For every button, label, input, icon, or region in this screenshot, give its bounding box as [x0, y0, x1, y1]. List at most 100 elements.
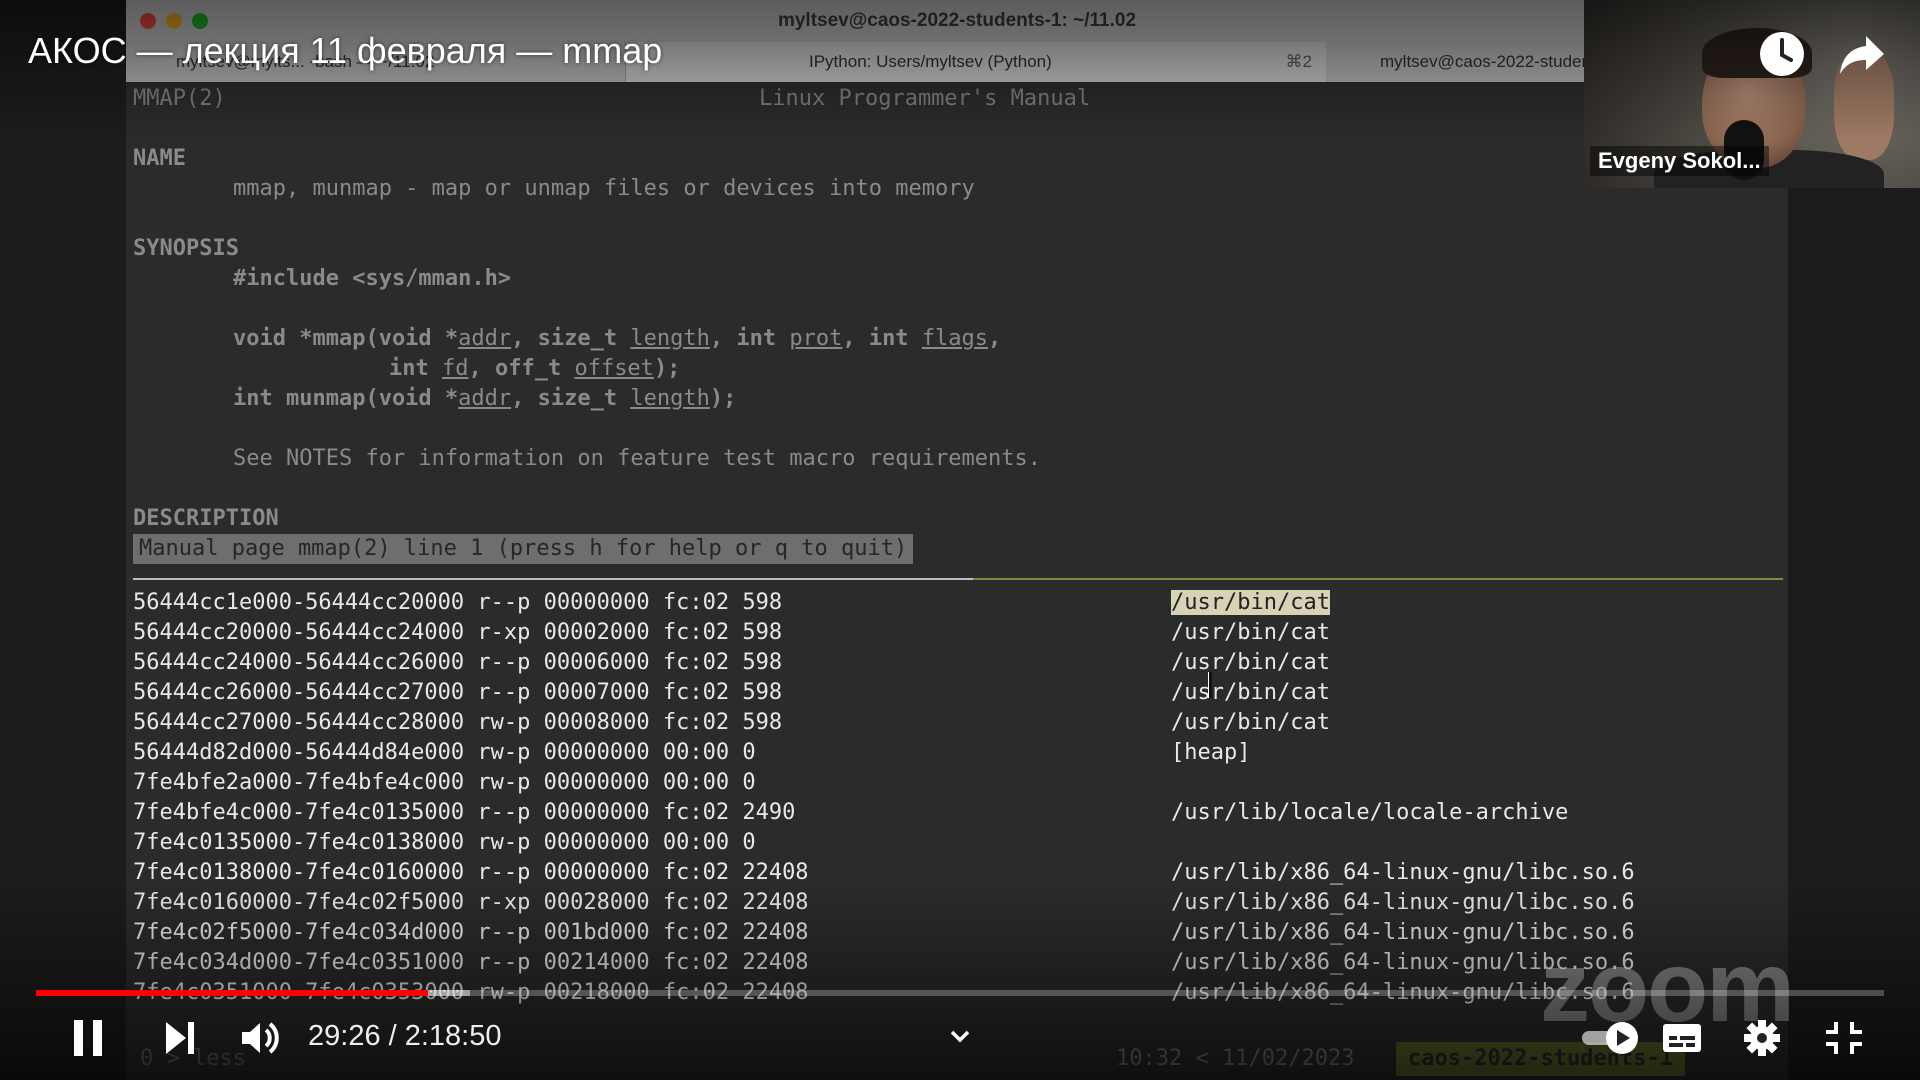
- less-status-line: Manual page mmap(2) line 1 (press h for …: [133, 534, 914, 564]
- maps-offset: 00002000: [543, 620, 650, 645]
- time-display: 29:26 / 2:18:50: [308, 1020, 502, 1052]
- maps-row: 7fe4c02f5000-7fe4c034d000 r--p 001bd000 …: [133, 918, 809, 948]
- maps-path-text: /usr/lib/x86_64-linux-gnu/libc.so.6: [1171, 890, 1635, 915]
- participant-name: Evgeny Sokol...: [1590, 146, 1769, 176]
- man-name-text: mmap, munmap - map or unmap files or dev…: [233, 176, 975, 201]
- man-name-heading: NAME: [133, 146, 186, 171]
- maps-dev: fc:02: [662, 800, 730, 825]
- terminal-window: myltsev@caos-2022-students-1: ~/11.02 my…: [126, 0, 1788, 1080]
- proto-part: );: [709, 386, 737, 411]
- pause-icon[interactable]: [68, 1014, 108, 1062]
- man-synopsis-heading: SYNOPSIS: [133, 236, 239, 261]
- proto-part: , int: [709, 326, 790, 351]
- clock-icon[interactable]: [1756, 28, 1808, 80]
- maps-path: [heap]: [1171, 738, 1250, 768]
- maps-inode: 0: [742, 740, 756, 765]
- man-include: #include <sys/mman.h>: [233, 266, 512, 291]
- tmux-time: 10:32: [1116, 1046, 1183, 1071]
- maps-offset: 00000000: [543, 860, 650, 885]
- maps-perms: r-xp: [477, 620, 531, 645]
- maps-path: /usr/lib/x86_64-linux-gnu/libc.so.6: [1171, 888, 1635, 918]
- maps-offset: 00000000: [543, 770, 650, 795]
- maps-range: 7fe4c0135000-7fe4c0138000: [133, 830, 465, 855]
- maps-dev: fc:02: [662, 890, 730, 915]
- maps-perms: rw-p: [477, 770, 531, 795]
- progress-played: [36, 990, 428, 996]
- proto-arg: addr: [458, 326, 512, 351]
- proto-arg: flags: [921, 326, 989, 351]
- maps-path: /usr/bin/cat: [1171, 648, 1330, 678]
- maps-offset: 001bd000: [543, 920, 650, 945]
- maps-range: 56444cc24000-56444cc26000: [133, 650, 465, 675]
- progress-bar[interactable]: [36, 990, 1884, 996]
- maps-path: /usr/bin/cat: [1171, 708, 1330, 738]
- maps-path-text: /usr/bin/cat: [1171, 590, 1330, 615]
- maps-offset: 00214000: [543, 950, 650, 975]
- tmux-window-index: 0: [140, 1046, 154, 1071]
- terminal-tab-2: IPython: Users/myltsev (Python) ⌘2: [626, 42, 1327, 82]
- maps-path: /usr/bin/cat: [1171, 618, 1330, 648]
- man-proto-mmap-cont: int fd, off_t offset);: [389, 354, 680, 384]
- maps-perms: r--p: [477, 590, 531, 615]
- maps-range: 7fe4c034d000-7fe4c0351000: [133, 950, 465, 975]
- maps-range: 7fe4bfe4c000-7fe4c0135000: [133, 800, 465, 825]
- text-cursor: [1208, 672, 1212, 698]
- exit-fullscreen-icon[interactable]: [1822, 1014, 1866, 1062]
- maps-path: /usr/bin/cat: [1171, 588, 1330, 618]
- maps-row: 7fe4c0160000-7fe4c02f5000 r-xp 00028000 …: [133, 888, 809, 918]
- maps-offset: 00000000: [543, 800, 650, 825]
- maps-perms: r--p: [477, 920, 531, 945]
- man-description-heading: DESCRIPTION: [133, 506, 279, 531]
- volume-icon[interactable]: [236, 1014, 284, 1062]
- maps-row: 7fe4c0135000-7fe4c0138000 rw-p 00000000 …: [133, 828, 756, 858]
- maps-perms: rw-p: [477, 830, 531, 855]
- maps-perms: r--p: [477, 680, 531, 705]
- autoplay-toggle-icon[interactable]: [1580, 1014, 1642, 1062]
- proto-arg: length: [630, 386, 710, 411]
- maps-offset: 00000000: [543, 830, 650, 855]
- maps-dev: fc:02: [662, 950, 730, 975]
- maps-inode: 22408: [742, 950, 809, 975]
- maps-inode: 598: [742, 710, 783, 735]
- man-proto-munmap: int munmap(void *addr, size_t length);: [233, 384, 736, 414]
- gear-icon[interactable]: [1740, 1014, 1784, 1062]
- maps-offset: 00028000: [543, 890, 650, 915]
- maps-row: 56444cc20000-56444cc24000 r-xp 00002000 …: [133, 618, 782, 648]
- pane-divider-active: [133, 578, 973, 580]
- maps-perms: r-xp: [477, 890, 531, 915]
- maps-row: 7fe4bfe2a000-7fe4bfe4c000 rw-p 00000000 …: [133, 768, 756, 798]
- proto-part: , size_t: [511, 326, 631, 351]
- tab-shortcut: ⌘2: [1285, 52, 1312, 71]
- maps-dev: fc:02: [662, 620, 730, 645]
- tmux-clock: 10:32 < 11/02/2023: [1116, 1046, 1355, 1071]
- proto-arg: fd: [441, 356, 469, 381]
- maps-row: 7fe4c0138000-7fe4c0160000 r--p 00000000 …: [133, 858, 809, 888]
- maps-inode: 598: [742, 590, 783, 615]
- captions-icon[interactable]: [1660, 1014, 1704, 1062]
- man-header-center: Linux Programmer's Manual: [759, 86, 1091, 111]
- video-player[interactable]: myltsev@caos-2022-students-1: ~/11.02 my…: [0, 0, 1920, 1080]
- maps-path: /usr/lib/locale/locale-archive: [1171, 798, 1568, 828]
- proto-part: ,: [988, 326, 1002, 351]
- maps-inode: 598: [742, 650, 783, 675]
- maps-path: /usr/lib/x86_64-linux-gnu/libc.so.6: [1171, 858, 1635, 888]
- maps-dev: 00:00: [662, 770, 730, 795]
- maps-range: 56444d82d000-56444d84e000: [133, 740, 465, 765]
- next-icon[interactable]: [160, 1014, 200, 1062]
- maps-perms: r--p: [477, 800, 531, 825]
- chevron-down-icon[interactable]: [944, 1014, 976, 1062]
- maps-inode: 22408: [742, 920, 809, 945]
- maps-range: 56444cc1e000-56444cc20000: [133, 590, 465, 615]
- maps-row: 56444d82d000-56444d84e000 rw-p 00000000 …: [133, 738, 756, 768]
- proto-arg: prot: [789, 326, 843, 351]
- maps-inode: 22408: [742, 890, 809, 915]
- maps-inode: 598: [742, 620, 783, 645]
- maps-offset: 00007000: [543, 680, 650, 705]
- maps-path-text: /usr/bin/cat: [1171, 710, 1330, 735]
- video-title[interactable]: АКОС — лекция 11 февраля — mmap: [28, 30, 662, 72]
- share-arrow-icon[interactable]: [1836, 28, 1888, 80]
- maps-dev: fc:02: [662, 860, 730, 885]
- maps-offset: 00006000: [543, 650, 650, 675]
- maps-dev: fc:02: [662, 650, 730, 675]
- window-title: myltsev@caos-2022-students-1: ~/11.02: [777, 10, 1137, 31]
